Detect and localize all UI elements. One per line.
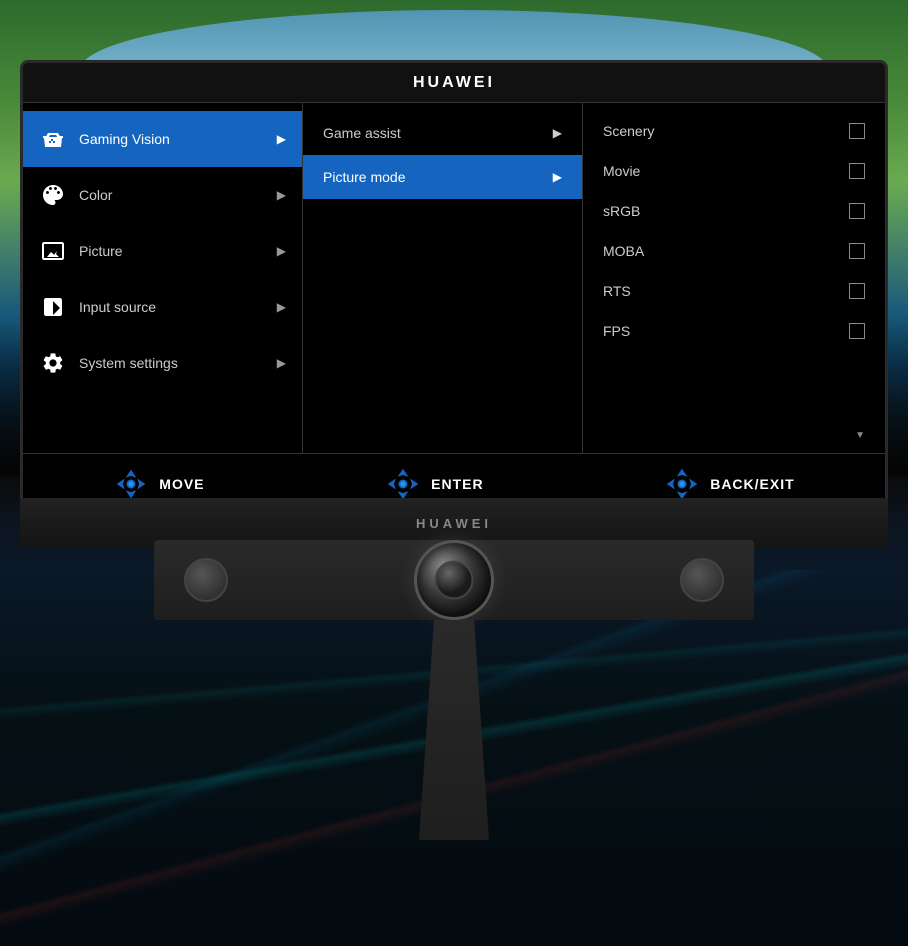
- option-srgb[interactable]: sRGB: [583, 191, 885, 231]
- menu-item-color[interactable]: Color ▶: [23, 167, 302, 223]
- input-source-arrow: ▶: [277, 300, 286, 314]
- dpad-enter-icon: [385, 466, 421, 502]
- movie-label: Movie: [603, 163, 640, 179]
- move-label: MOVE: [159, 476, 204, 492]
- nav-back-exit: BACK/EXIT: [664, 466, 794, 502]
- color-arrow: ▶: [277, 188, 286, 202]
- moba-label: MOBA: [603, 243, 644, 259]
- moba-checkbox: [849, 243, 865, 259]
- menu-item-input-source[interactable]: Input source ▶: [23, 279, 302, 335]
- picture-arrow: ▶: [277, 244, 286, 258]
- monitor-frame: HUAWEI Gaming Vision ▶: [20, 60, 888, 500]
- srgb-label: sRGB: [603, 203, 640, 219]
- monitor-brand-title: HUAWEI: [413, 74, 495, 92]
- rts-label: RTS: [603, 283, 631, 299]
- option-rts[interactable]: RTS: [583, 271, 885, 311]
- option-scenery[interactable]: Scenery: [583, 111, 885, 151]
- palette-icon: [39, 181, 67, 209]
- color-label: Color: [79, 187, 277, 203]
- movie-checkbox: [849, 163, 865, 179]
- nav-enter: ENTER: [385, 466, 483, 502]
- monitor-stand-neck: [404, 620, 504, 840]
- enter-label: ENTER: [431, 476, 483, 492]
- menu-container: Gaming Vision ▶ Color ▶: [23, 103, 885, 453]
- menu-item-picture[interactable]: Picture ▶: [23, 223, 302, 279]
- gear-icon: [39, 349, 67, 377]
- game-assist-label: Game assist: [323, 125, 401, 141]
- option-movie[interactable]: Movie: [583, 151, 885, 191]
- menu-item-gaming-vision[interactable]: Gaming Vision ▶: [23, 111, 302, 167]
- game-assist-arrow: ▶: [553, 126, 562, 140]
- gaming-vision-arrow: ▶: [277, 132, 286, 146]
- left-panel: Gaming Vision ▶ Color ▶: [23, 103, 303, 453]
- input-icon: [39, 293, 67, 321]
- srgb-checkbox: [849, 203, 865, 219]
- monitor-titlebar: HUAWEI: [23, 63, 885, 103]
- picture-icon: [39, 237, 67, 265]
- dpad-back-icon: [664, 466, 700, 502]
- option-moba[interactable]: MOBA: [583, 231, 885, 271]
- picture-mode-arrow: ▶: [553, 170, 562, 184]
- nav-move: MOVE: [113, 466, 204, 502]
- joystick-knob[interactable]: [414, 540, 494, 620]
- gamepad-icon: [39, 125, 67, 153]
- submenu-game-assist[interactable]: Game assist ▶: [303, 111, 582, 155]
- system-settings-arrow: ▶: [277, 356, 286, 370]
- fps-label: FPS: [603, 323, 630, 339]
- monitor-back-plate: [154, 540, 754, 620]
- system-settings-label: System settings: [79, 355, 277, 371]
- dpad-move-icon: [113, 466, 149, 502]
- rts-checkbox: [849, 283, 865, 299]
- scroll-down-indicator: ▼: [855, 430, 865, 441]
- submenu-picture-mode[interactable]: Picture mode ▶: [303, 155, 582, 199]
- monitor-back-panel: [154, 540, 754, 840]
- right-panel: Scenery Movie sRGB MOBA RTS FPS: [583, 103, 885, 453]
- gaming-vision-label: Gaming Vision: [79, 131, 277, 147]
- picture-mode-label: Picture mode: [323, 169, 405, 185]
- scenery-label: Scenery: [603, 123, 654, 139]
- monitor-brand-label: HUAWEI: [416, 516, 492, 531]
- fps-checkbox: [849, 323, 865, 339]
- back-exit-label: BACK/EXIT: [710, 476, 794, 492]
- middle-panel: Game assist ▶ Picture mode ▶: [303, 103, 583, 453]
- scenery-checkbox: [849, 123, 865, 139]
- picture-label: Picture: [79, 243, 277, 259]
- option-fps[interactable]: FPS: [583, 311, 885, 351]
- input-source-label: Input source: [79, 299, 277, 315]
- menu-item-system-settings[interactable]: System settings ▶: [23, 335, 302, 391]
